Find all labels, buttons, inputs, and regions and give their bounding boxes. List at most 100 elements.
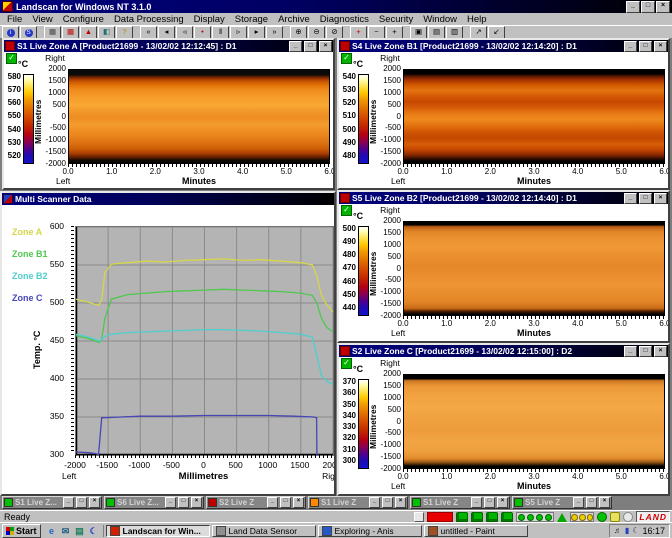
window-titlebar[interactable]: S1 Live Zone A [Product21699 - 13/02/02 … [4,40,333,52]
restore-button[interactable]: _ [471,497,482,508]
restore-button[interactable]: _ [165,497,176,508]
window-titlebar[interactable]: S5 Live Zone B2 [Product21699 - 13/02/02… [339,192,668,204]
axis-tick-label: 0.0 [62,167,74,176]
close-button[interactable]: × [319,40,332,52]
window-title: S5 Live Zone B2 [Product21699 - 13/02/02… [352,193,577,203]
minimize-button[interactable]: _ [624,345,637,357]
axis-tick-label: 2000 [383,369,401,378]
volume-icon[interactable]: ♬ [614,526,622,536]
close-button[interactable]: × [654,345,667,357]
restore-button[interactable]: _ [573,497,584,508]
schedule-icon[interactable]: ☾ [632,526,639,536]
minimized-window[interactable]: S1 Live Z _ □ × [410,496,510,509]
close-button[interactable]: × [293,497,304,508]
restore-button[interactable]: _ [267,497,278,508]
window-titlebar[interactable]: Multi Scanner Data [2,193,334,205]
live-checkbox[interactable]: ✓ [341,205,352,216]
axis-tick-label: 300 [342,455,356,465]
minimized-window[interactable]: S5 Live Z _ □ × [512,496,612,509]
maximize-button[interactable]: □ [586,497,597,508]
minimized-window[interactable]: S2 Live Z _ □ × [206,496,306,509]
axis-tick-label: 2.0 [484,319,496,328]
maximize-button[interactable]: □ [76,497,87,508]
minimized-window[interactable]: S1 Live Z... _ □ × [2,496,102,509]
scanner-window-icon [340,346,350,356]
maximize-button[interactable]: □ [639,40,652,52]
axis-tick-label: 4.0 [572,167,584,176]
live-checkbox[interactable]: ✓ [341,358,352,369]
menu-item-window[interactable]: Window [418,14,462,25]
minimized-window-icon [514,498,523,507]
axis-tick-label: 510 [342,111,356,121]
axis-tick-label: 1.0 [441,472,453,481]
restore-button[interactable]: _ [63,497,74,508]
maximize-button[interactable]: □ [280,497,291,508]
menu-item-view[interactable]: View [27,14,57,25]
app-window-controls: _ □ × [626,0,670,13]
task-button-exploring-anis[interactable]: Exploring - Anis [317,524,422,537]
x-axis-ticks: -2000 -1500 -1000 -500 0 500 1000 1500 2000 [60,460,334,470]
clock[interactable]: 16:17 [642,526,665,536]
display-icon[interactable]: ▮ [625,526,629,536]
x-axis-ticks: 0.0 1.0 2.0 3.0 4.0 5.0 6.0 [391,167,668,176]
maximize-button[interactable]: □ [639,345,652,357]
minimize-button[interactable]: _ [624,40,637,52]
x-axis-label: Minutes [516,481,551,491]
menu-item-archive[interactable]: Archive [273,14,315,25]
task-button-landscan-for-win-[interactable]: Landscan for Win... [105,524,210,537]
minimize-button[interactable]: _ [624,192,637,204]
menu-item-file[interactable]: File [2,14,27,25]
maximize-button[interactable]: □ [304,40,317,52]
window-title: Multi Scanner Data [15,194,92,204]
window-titlebar[interactable]: S4 Live Zone B1 [Product21699 - 13/02/02… [339,40,668,52]
close-button[interactable]: × [599,497,610,508]
axis-tick-label: 480 [342,250,356,260]
window-titlebar[interactable]: S2 Live Zone C [Product21699 - 13/02/02 … [339,345,668,357]
close-button[interactable]: × [654,40,667,52]
minimized-window[interactable]: S1 Live Z _ □ × [308,496,408,509]
menu-item-configure[interactable]: Configure [58,14,109,25]
restore-button[interactable]: _ [369,497,380,508]
minimized-window[interactable]: S6 Live Z... _ □ × [104,496,204,509]
maximize-button[interactable]: □ [178,497,189,508]
close-button[interactable]: × [191,497,202,508]
maximize-button[interactable]: □ [639,192,652,204]
app-titlebar[interactable]: Landscan for Windows NT 3.1.0 _ □ × [0,0,672,13]
close-button[interactable]: × [656,0,670,13]
axis-tick-label: 400 [49,373,64,383]
flag-square [10,530,14,535]
hazard-icon [557,512,568,522]
panel-button [414,512,425,522]
live-checkbox[interactable]: ✓ [6,53,17,64]
axis-tick-label: 490 [342,237,356,247]
ie-icon[interactable]: e [46,525,58,537]
task-button-untitled-paint[interactable]: untitled - Paint [423,524,528,537]
menu-item-security[interactable]: Security [374,14,418,25]
minimize-button[interactable]: _ [626,0,640,13]
start-button[interactable]: Start [2,523,41,538]
task-button-land-data-sensor[interactable]: Land Data Sensor [211,524,316,537]
menu-item-storage[interactable]: Storage [230,14,273,25]
minimize-button[interactable]: _ [289,40,302,52]
axis-tick-label: 500 [228,460,243,470]
maximize-button[interactable]: □ [484,497,495,508]
mail-icon[interactable]: ✉ [60,525,72,537]
x-axis-ticks: 0.0 1.0 2.0 3.0 4.0 5.0 6.0 [391,472,668,481]
axis-right-label: Right [380,53,400,63]
desktop-icon[interactable]: ▤ [74,525,86,537]
menu-item-data-processing[interactable]: Data Processing [109,14,189,25]
close-button[interactable]: × [497,497,508,508]
maximize-button[interactable]: □ [382,497,393,508]
menu-item-display[interactable]: Display [189,14,230,25]
live-checkbox[interactable]: ✓ [341,53,352,64]
close-button[interactable]: × [395,497,406,508]
channels-icon[interactable]: ☾ [88,525,100,537]
close-button[interactable]: × [654,192,667,204]
menu-item-diagnostics[interactable]: Diagnostics [315,14,374,25]
axis-tick-label: 470 [342,263,356,273]
maximize-button[interactable]: □ [641,0,655,13]
menu-item-help[interactable]: Help [462,14,492,25]
axis-tick-label: 1000 [383,239,401,249]
axis-tick-label: 360 [342,388,356,398]
close-button[interactable]: × [89,497,100,508]
